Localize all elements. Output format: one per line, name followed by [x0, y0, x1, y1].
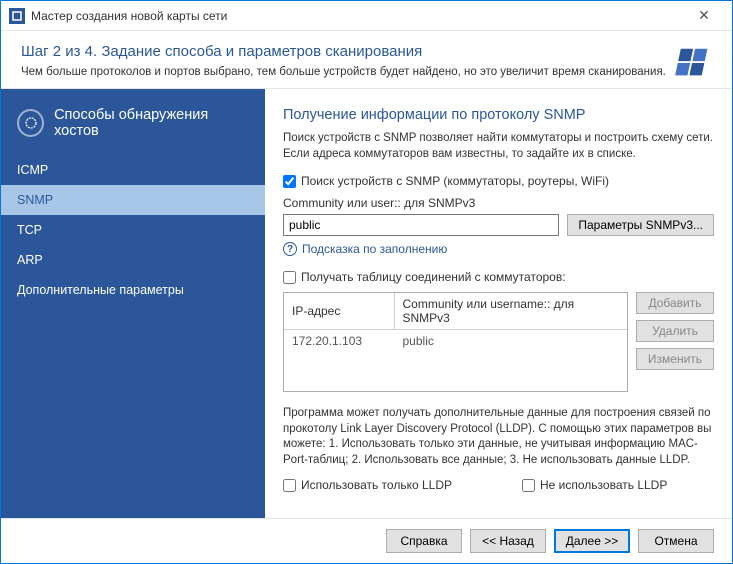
community-input[interactable] — [283, 214, 559, 236]
sidebar-header: Способы обнаружения хостов — [1, 89, 265, 155]
hint-link[interactable]: ? Подсказка по заполнению — [283, 242, 714, 256]
sidebar: Способы обнаружения хостов ICMP SNMP TCP… — [1, 89, 265, 518]
app-icon — [9, 8, 25, 24]
edit-button[interactable]: Изменить — [636, 348, 714, 370]
checkbox-switch-table[interactable]: Получать таблицу соединений с коммутатор… — [283, 270, 714, 284]
checkbox-lldp-off[interactable]: Не использовать LLDP — [522, 478, 667, 492]
window-title: Мастер создания новой карты сети — [31, 9, 684, 23]
switch-table[interactable]: IP-адрес Community или username:: для SN… — [283, 292, 628, 392]
checkbox-lldp-only-input[interactable] — [283, 479, 296, 492]
step-title: Шаг 2 из 4. Задание способа и параметров… — [21, 43, 712, 60]
next-button[interactable]: Далее >> — [554, 529, 630, 553]
community-label: Community или user:: для SNMPv3 — [283, 196, 714, 210]
info-icon: ? — [283, 242, 297, 256]
close-button[interactable]: ✕ — [684, 2, 724, 30]
lldp-description: Программа может получать дополнительные … — [283, 406, 714, 468]
product-logo-icon — [674, 45, 712, 83]
col-community-header[interactable]: Community или username:: для SNMPv3 — [394, 293, 627, 330]
checkbox-snmp-search[interactable]: Поиск устройств с SNMP (коммутаторы, роу… — [283, 174, 714, 188]
checkbox-lldp-only[interactable]: Использовать только LLDP — [283, 478, 452, 492]
delete-button[interactable]: Удалить — [636, 320, 714, 342]
snmp-params-button[interactable]: Параметры SNMPv3... — [567, 214, 714, 236]
panel-description: Поиск устройств с SNMP позволяет найти к… — [283, 131, 714, 162]
cancel-button[interactable]: Отмена — [638, 529, 714, 553]
checkbox-switch-table-input[interactable] — [283, 271, 296, 284]
sidebar-item-icmp[interactable]: ICMP — [1, 155, 265, 185]
sidebar-item-snmp[interactable]: SNMP — [1, 185, 265, 215]
help-button[interactable]: Справка — [386, 529, 462, 553]
add-button[interactable]: Добавить — [636, 292, 714, 314]
wizard-footer: Справка << Назад Далее >> Отмена — [1, 518, 732, 563]
panel-title: Получение информации по протоколу SNMP — [283, 107, 714, 123]
discovery-icon — [17, 109, 44, 137]
checkbox-snmp-search-input[interactable] — [283, 175, 296, 188]
step-description: Чем больше протоколов и портов выбрано, … — [21, 66, 712, 78]
main-panel: Получение информации по протоколу SNMP П… — [265, 89, 732, 518]
sidebar-item-advanced[interactable]: Дополнительные параметры — [1, 275, 265, 305]
table-row[interactable]: 172.20.1.103 public — [284, 330, 627, 353]
checkbox-lldp-off-input[interactable] — [522, 479, 535, 492]
back-button[interactable]: << Назад — [470, 529, 546, 553]
sidebar-title: Способы обнаружения хостов — [54, 107, 249, 139]
sidebar-item-tcp[interactable]: TCP — [1, 215, 265, 245]
col-ip-header[interactable]: IP-адрес — [284, 293, 394, 330]
sidebar-item-arp[interactable]: ARP — [1, 245, 265, 275]
